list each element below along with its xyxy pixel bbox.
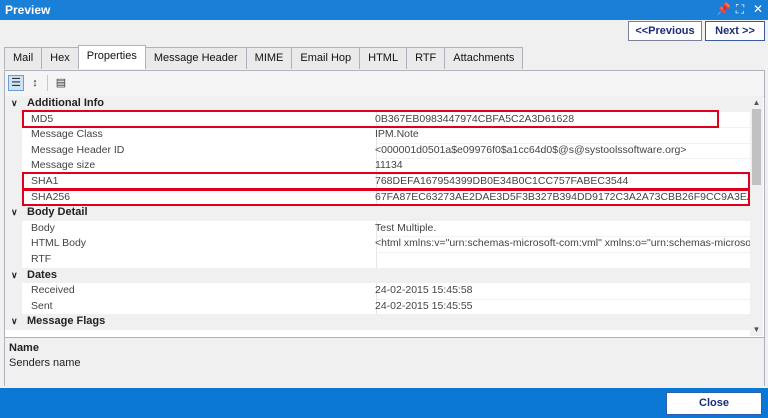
properties-pane: ☰ ↕ ▤ ∨ Additional Info MD5 0B367EB09834479… bbox=[4, 70, 765, 386]
row-gutter bbox=[5, 173, 22, 190]
tab-mail[interactable]: Mail bbox=[4, 47, 43, 69]
category-label: Message Flags bbox=[27, 315, 106, 328]
property-pages-icon[interactable]: ▤ bbox=[53, 75, 69, 91]
chevron-down-icon[interactable]: ∨ bbox=[11, 268, 18, 284]
row-gutter bbox=[5, 220, 22, 237]
window-title: Preview bbox=[5, 3, 51, 17]
category-header[interactable]: ∨ Message Flags bbox=[5, 314, 750, 330]
property-value[interactable]: 24-02-2015 15:45:58 bbox=[375, 283, 750, 300]
property-row[interactable]: RTF bbox=[5, 251, 750, 269]
property-value[interactable]: <html xmlns:v="urn:schemas-microsoft-com… bbox=[375, 236, 750, 253]
property-description: Name Senders name bbox=[5, 337, 764, 386]
close-icon[interactable]: ✕ bbox=[752, 2, 764, 16]
chevron-down-icon[interactable]: ∨ bbox=[11, 96, 18, 112]
property-row[interactable]: Message Class IPM.Note bbox=[5, 127, 750, 144]
row-gutter bbox=[5, 142, 22, 159]
highlight-box-md5 bbox=[22, 109, 719, 129]
preview-panel: <<Previous Next >> Mail Hex Properties Mess… bbox=[0, 20, 768, 388]
category-header[interactable]: ∨ Body Detail bbox=[5, 205, 750, 221]
maximize-icon[interactable]: ⛶ bbox=[734, 2, 746, 16]
property-value[interactable]: Test Multiple. bbox=[375, 221, 750, 238]
pin-icon[interactable]: 📌 bbox=[716, 2, 731, 16]
scroll-up-icon[interactable]: ▲ bbox=[750, 96, 763, 109]
category-header[interactable]: ∨ Dates bbox=[5, 267, 750, 284]
tab-message-header[interactable]: Message Header bbox=[144, 47, 247, 69]
close-button[interactable]: Close bbox=[666, 392, 762, 415]
description-text: Senders name bbox=[9, 357, 81, 369]
window-controls: 📌 ⛶ ✕ bbox=[716, 2, 764, 16]
category-label: Body Detail bbox=[27, 206, 88, 219]
title-bar: Preview 📌 ⛶ ✕ bbox=[0, 0, 768, 20]
property-value[interactable]: IPM.Note bbox=[375, 127, 750, 144]
categorized-view-icon[interactable]: ☰ bbox=[8, 75, 24, 91]
property-key: Body bbox=[27, 220, 377, 238]
tab-html[interactable]: HTML bbox=[359, 47, 408, 69]
row-gutter bbox=[5, 127, 22, 143]
property-row[interactable]: Received 24-02-2015 15:45:58 bbox=[5, 283, 750, 300]
row-gutter bbox=[5, 251, 22, 268]
row-gutter bbox=[5, 189, 22, 206]
sort-alphabetical-icon[interactable]: ↕ bbox=[27, 75, 43, 91]
row-gutter bbox=[5, 283, 22, 299]
property-row[interactable]: HTML Body <html xmlns:v="urn:schemas-micr… bbox=[5, 236, 750, 253]
property-row[interactable]: Body Test Multiple. bbox=[5, 220, 750, 238]
property-key: Sent bbox=[27, 298, 377, 316]
row-gutter bbox=[5, 236, 22, 252]
chevron-down-icon[interactable]: ∨ bbox=[11, 314, 18, 330]
tab-mime[interactable]: MIME bbox=[245, 47, 293, 69]
tab-bar: Mail Hex Properties Message Header MIME Email… bbox=[4, 45, 524, 69]
vertical-scrollbar[interactable]: ▲ ▼ bbox=[750, 96, 763, 336]
toolbar-divider bbox=[47, 75, 48, 91]
property-grid: ∨ Additional Info MD5 0B367EB0983447974CBFA… bbox=[5, 96, 750, 336]
description-name: Name bbox=[9, 342, 39, 354]
property-key: HTML Body bbox=[27, 236, 377, 253]
scroll-thumb[interactable] bbox=[752, 109, 761, 185]
property-key: Received bbox=[27, 283, 377, 300]
row-gutter bbox=[5, 298, 22, 315]
property-key: Message Class bbox=[27, 127, 377, 144]
property-key: RTF bbox=[27, 251, 377, 269]
property-value[interactable]: <000001d0501a$e09976f0$a1cc64d0$@s@systo… bbox=[375, 143, 750, 160]
next-button[interactable]: Next >> bbox=[705, 21, 765, 41]
highlight-box-sha256 bbox=[22, 187, 750, 207]
property-value[interactable]: 24-02-2015 15:45:55 bbox=[375, 299, 750, 316]
property-value[interactable] bbox=[375, 251, 750, 253]
tab-rtf[interactable]: RTF bbox=[406, 47, 446, 69]
tab-attachments[interactable]: Attachments bbox=[444, 47, 524, 69]
category-label: Dates bbox=[27, 268, 57, 281]
tab-email-hop[interactable]: Email Hop bbox=[291, 47, 361, 69]
property-row[interactable]: Sent 24-02-2015 15:45:55 bbox=[5, 298, 750, 316]
property-toolbar: ☰ ↕ ▤ bbox=[5, 71, 764, 97]
row-gutter bbox=[5, 158, 22, 174]
tab-hex[interactable]: Hex bbox=[41, 47, 79, 69]
scroll-down-icon[interactable]: ▼ bbox=[750, 323, 763, 336]
row-gutter bbox=[5, 111, 22, 128]
property-key: Message Header ID bbox=[27, 142, 377, 160]
property-row[interactable]: Message Header ID <000001d0501a$e09976f0$… bbox=[5, 142, 750, 160]
tab-properties[interactable]: Properties bbox=[77, 45, 146, 69]
previous-button[interactable]: <<Previous bbox=[628, 21, 702, 41]
chevron-down-icon[interactable]: ∨ bbox=[11, 205, 18, 221]
